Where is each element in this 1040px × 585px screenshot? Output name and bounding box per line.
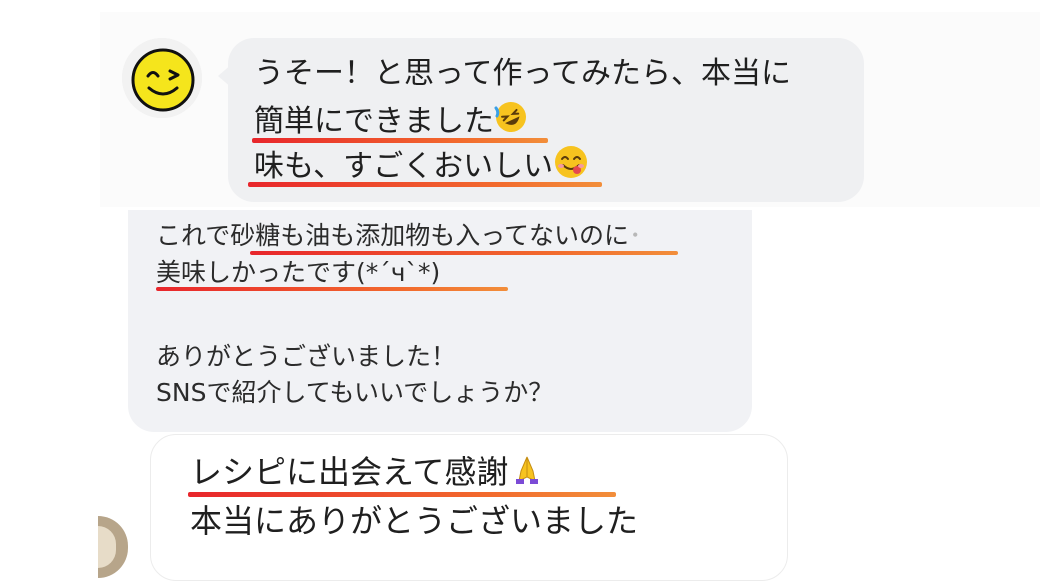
message-2-line-1: これで砂糖も油も添加物も入ってないのに･ xyxy=(156,219,642,253)
message-2-cut-text: ･ xyxy=(629,221,642,250)
message-2-line-2: 美味しかったです(*´ч`*) xyxy=(156,258,441,287)
message-3-line-2: 本当にありがとうございました xyxy=(190,502,639,540)
message-3-line-1-text: レシピに出会えて感謝 xyxy=(190,453,509,491)
message-1-line-2-text: 簡単にできました xyxy=(254,104,494,139)
message-1-line-3-text: 味も、すごくおいしい xyxy=(254,149,554,184)
winking-smiley-icon xyxy=(122,38,202,118)
message-2-line-1-text: これで砂糖も油も添加物も入ってないのに xyxy=(156,221,630,250)
highlight-underline xyxy=(248,182,602,187)
folded-hands-emoji-icon xyxy=(514,453,540,495)
message-1-line-1: うそー！と思って作ってみたら、本当に xyxy=(254,56,791,91)
message-2-line-4: ありがとうございました！ xyxy=(156,342,457,371)
highlight-underline xyxy=(188,492,616,497)
sender-avatar-partial[interactable] xyxy=(98,516,128,578)
message-3-line-1: レシピに出会えて感謝 xyxy=(190,451,540,495)
highlight-underline xyxy=(252,138,548,143)
sender-avatar[interactable] xyxy=(122,38,202,118)
highlight-underline xyxy=(250,251,678,255)
highlight-underline xyxy=(156,287,508,291)
message-2-line-5: SNSで紹介してもいいでしょうか？ xyxy=(156,378,554,407)
